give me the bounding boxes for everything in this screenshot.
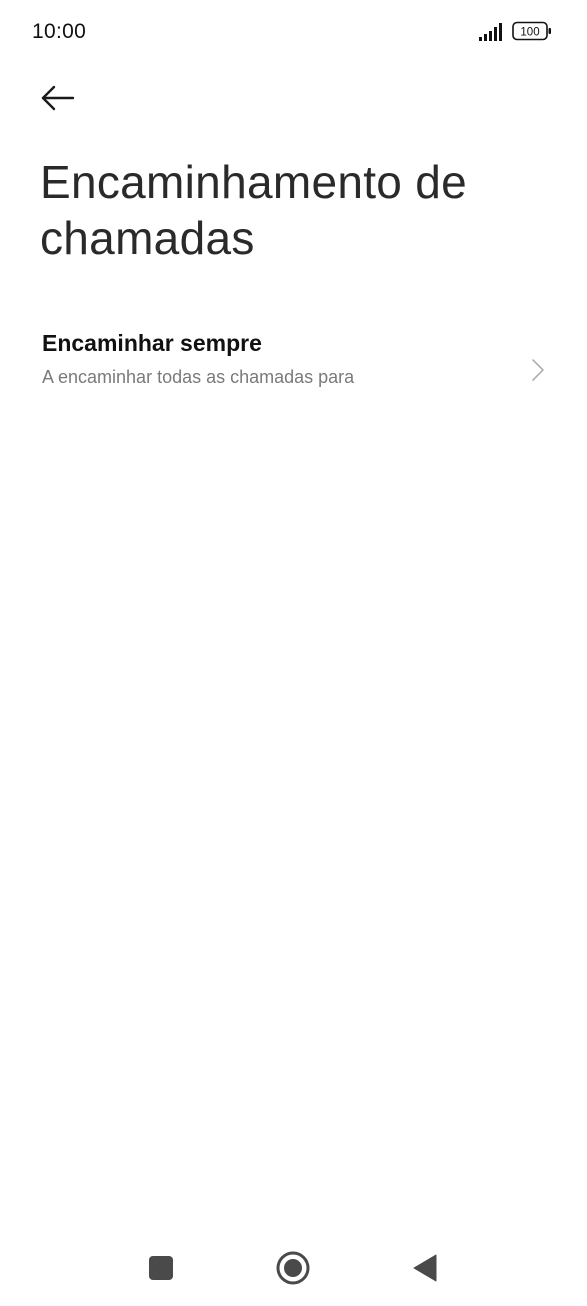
square-icon — [149, 1256, 173, 1280]
battery-level-text: 100 — [520, 27, 539, 39]
back-button[interactable] — [32, 74, 84, 122]
recents-button[interactable] — [141, 1248, 181, 1288]
arrow-left-icon — [41, 85, 75, 111]
status-time: 10:00 — [32, 20, 87, 43]
status-bar: 10:00 100 — [0, 0, 587, 64]
circle-icon — [276, 1251, 310, 1285]
home-button[interactable] — [273, 1248, 313, 1288]
navigation-bar — [0, 1230, 587, 1306]
page-title: Encaminhamento de chamadas — [40, 156, 468, 264]
signal-bars-icon — [479, 23, 502, 41]
item-subtitle: A encaminhar todas as chamadas para — [42, 367, 355, 387]
triangle-back-icon — [413, 1254, 437, 1282]
item-title: Encaminhar sempre — [42, 330, 262, 356]
forward-always-item[interactable]: Encaminhar sempre A encaminhar todas as … — [0, 314, 587, 418]
battery-icon: 100 — [512, 21, 551, 41]
chevron-right-icon — [532, 359, 544, 381]
nav-back-button[interactable] — [405, 1248, 445, 1288]
